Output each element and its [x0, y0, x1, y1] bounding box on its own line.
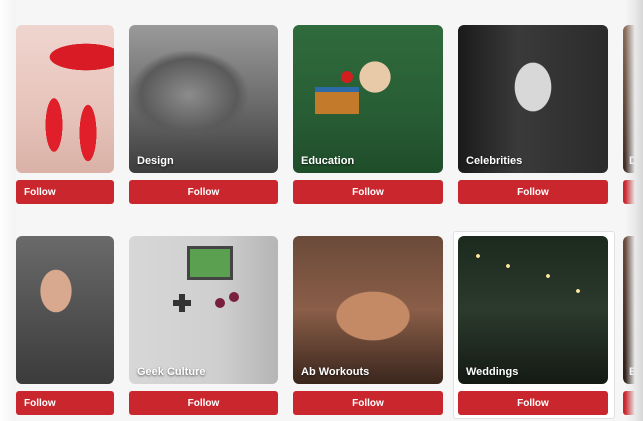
category-tile-education[interactable]: Education	[293, 25, 443, 173]
gameboy-dpad	[173, 300, 191, 306]
follow-button[interactable]: Follow	[16, 391, 114, 415]
category-tile-partial[interactable]: Ey	[623, 236, 643, 384]
category-tile-design[interactable]: Design	[129, 25, 278, 173]
category-tile-partial[interactable]: Di	[623, 25, 643, 173]
category-label: Di	[629, 155, 640, 167]
gameboy-button	[215, 298, 225, 308]
category-label: Celebrities	[466, 155, 523, 167]
category-label: Education	[301, 155, 355, 167]
follow-button[interactable]: Follow	[293, 180, 443, 204]
follow-button[interactable]	[623, 391, 643, 415]
category-label: Ey	[629, 366, 643, 378]
follow-button[interactable]: Follow	[16, 180, 114, 204]
category-label: Weddings	[466, 366, 519, 378]
category-tile-celebrities[interactable]: Celebrities	[458, 25, 608, 173]
panel-edge	[0, 0, 16, 421]
gameboy-screen	[187, 246, 233, 280]
follow-button[interactable]: Follow	[293, 391, 443, 415]
follow-button[interactable]	[623, 180, 643, 204]
follow-button[interactable]: Follow	[458, 391, 608, 415]
category-label: Design	[137, 155, 174, 167]
follow-button[interactable]: Follow	[129, 180, 278, 204]
gameboy-button	[229, 292, 239, 302]
category-tile-nails[interactable]	[16, 25, 114, 173]
apple-image	[341, 71, 353, 83]
category-label: Geek Culture	[137, 366, 206, 378]
books-image	[315, 87, 359, 114]
category-label: Ab Workouts	[301, 366, 370, 378]
category-tile-ab-workouts[interactable]: Ab Workouts	[293, 236, 443, 384]
category-tile-weddings[interactable]: Weddings	[458, 236, 608, 384]
follow-button[interactable]: Follow	[458, 180, 608, 204]
category-tile-fitness[interactable]	[16, 236, 114, 384]
follow-button[interactable]: Follow	[129, 391, 278, 415]
category-tile-geek-culture[interactable]: Geek Culture	[129, 236, 278, 384]
